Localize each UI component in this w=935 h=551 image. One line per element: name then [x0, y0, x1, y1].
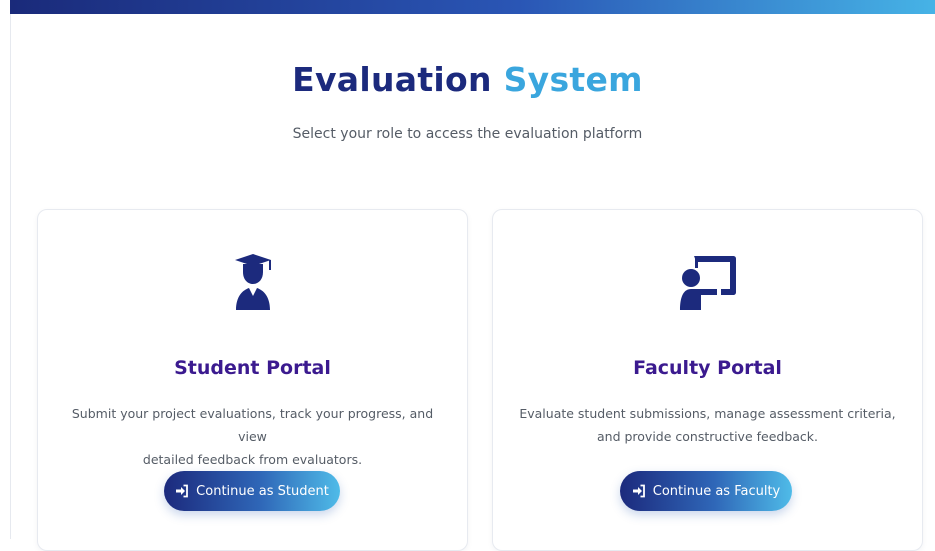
- faculty-portal-title: Faculty Portal: [633, 357, 782, 379]
- user-graduate-icon: [38, 254, 467, 310]
- continue-as-faculty-button[interactable]: Continue as Faculty: [620, 471, 792, 511]
- page-title-part2: System: [503, 60, 643, 99]
- student-description-line2: detailed feedback from evaluators.: [142, 452, 363, 467]
- student-portal-description: Submit your project evaluations, track y…: [58, 402, 447, 471]
- faculty-portal-description: Evaluate student submissions, manage ass…: [513, 402, 902, 448]
- continue-as-student-label: Continue as Student: [196, 483, 329, 499]
- student-description-line1: Submit your project evaluations, track y…: [71, 406, 434, 444]
- page-subtitle: Select your role to access the evaluatio…: [292, 126, 643, 142]
- chalkboard-teacher-icon: [493, 254, 922, 310]
- page-title-part1: Evaluation: [292, 60, 492, 99]
- sign-in-icon: [632, 484, 646, 498]
- top-gradient-bar: [10, 0, 935, 14]
- faculty-description-line1: Evaluate student submissions, manage ass…: [519, 406, 896, 421]
- continue-as-student-button[interactable]: Continue as Student: [164, 471, 340, 511]
- student-portal-title: Student Portal: [174, 357, 331, 379]
- page-title: Evaluation System: [0, 60, 935, 99]
- student-portal-card: Student Portal Submit your project evalu…: [37, 209, 468, 551]
- continue-as-faculty-label: Continue as Faculty: [652, 483, 781, 499]
- sign-in-icon: [175, 484, 189, 498]
- faculty-portal-card: Faculty Portal Evaluate student submissi…: [492, 209, 923, 551]
- faculty-description-line2: and provide constructive feedback.: [596, 429, 819, 444]
